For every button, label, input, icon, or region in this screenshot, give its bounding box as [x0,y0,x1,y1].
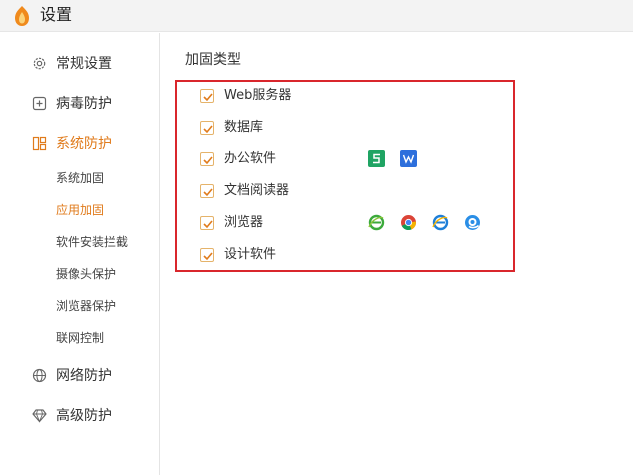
sidebar-item-label: 网络防护 [56,368,112,384]
sidebar-item-label: 病毒防护 [56,96,112,112]
check-icon [203,93,213,102]
sidebar-item-network-protection[interactable]: 网络防护 [0,361,159,391]
option-label: 设计软件 [224,247,277,262]
sidebar-subitem-label: 应用加固 [56,203,105,217]
chrome-icon [401,215,416,231]
sidebar-subitem-camera-protection[interactable]: 摄像头保护 [0,263,159,287]
ie-green-icon [368,214,385,231]
sidebar-subitem-label: 联网控制 [56,331,105,345]
office-software-checkbox[interactable] [200,152,214,166]
sidebar-item-label: 常规设置 [56,56,112,72]
design-software-checkbox[interactable] [200,248,214,262]
check-icon [203,252,213,261]
sidebar-subitem-label: 浏览器保护 [56,299,117,313]
option-office-software: 办公软件 [200,148,500,170]
browser-checkbox[interactable] [200,216,214,230]
system-protect-icon [32,136,47,151]
sidebar-item-label: 系统防护 [56,136,112,152]
database-checkbox[interactable] [200,121,214,135]
sidebar-subitem-label: 摄像头保护 [56,267,117,281]
diamond-icon [32,409,47,423]
section-title: 加固类型 [185,52,241,68]
check-icon [203,188,213,197]
option-design-software: 设计软件 [200,244,500,266]
plus-square-icon [32,96,47,111]
sidebar-subitem-system-hardening[interactable]: 系统加固 [0,167,159,191]
sidebar-subitem-browser-protection[interactable]: 浏览器保护 [0,295,159,319]
sidebar-subitem-install-block[interactable]: 软件安装拦截 [0,231,159,255]
window-title: 设置 [40,5,73,24]
globe-icon [32,368,47,383]
sidebar-item-advanced-protection[interactable]: 高级防护 [0,401,159,431]
option-document-reader: 文档阅读器 [200,180,500,202]
sidebar: 常规设置 病毒防护 系统防护 系统加固 应用加固 软件安装拦截 摄像头保护 浏览… [0,33,160,475]
option-browser: 浏览器 [200,212,500,234]
document-reader-checkbox[interactable] [200,184,214,198]
web-server-checkbox[interactable] [200,89,214,103]
option-label: 办公软件 [224,151,277,166]
sidebar-subitem-label: 系统加固 [56,171,105,185]
option-label: 数据库 [224,120,264,135]
sidebar-item-label: 高级防护 [56,408,112,424]
check-icon [203,125,213,134]
option-label: 文档阅读器 [224,183,290,198]
qq-browser-icon [465,215,480,230]
check-icon [203,220,213,229]
option-web-server: Web服务器 [200,85,500,107]
gear-icon [33,57,46,70]
sidebar-item-general-settings[interactable]: 常规设置 [0,49,159,79]
wps-spreadsheet-icon [368,150,385,167]
option-label: 浏览器 [224,215,264,230]
option-label: Web服务器 [224,88,292,103]
ie-blue-icon [432,214,449,231]
title-bar: 设置 [0,0,633,32]
sidebar-item-system-protection[interactable]: 系统防护 [0,129,159,159]
sidebar-subitem-network-control[interactable]: 联网控制 [0,327,159,351]
app-logo-icon [15,6,29,26]
option-database: 数据库 [200,117,500,139]
sidebar-item-virus-protection[interactable]: 病毒防护 [0,89,159,119]
wps-writer-icon [400,150,417,167]
check-icon [203,156,213,165]
sidebar-subitem-label: 软件安装拦截 [56,235,129,249]
sidebar-subitem-app-hardening[interactable]: 应用加固 [0,199,159,223]
